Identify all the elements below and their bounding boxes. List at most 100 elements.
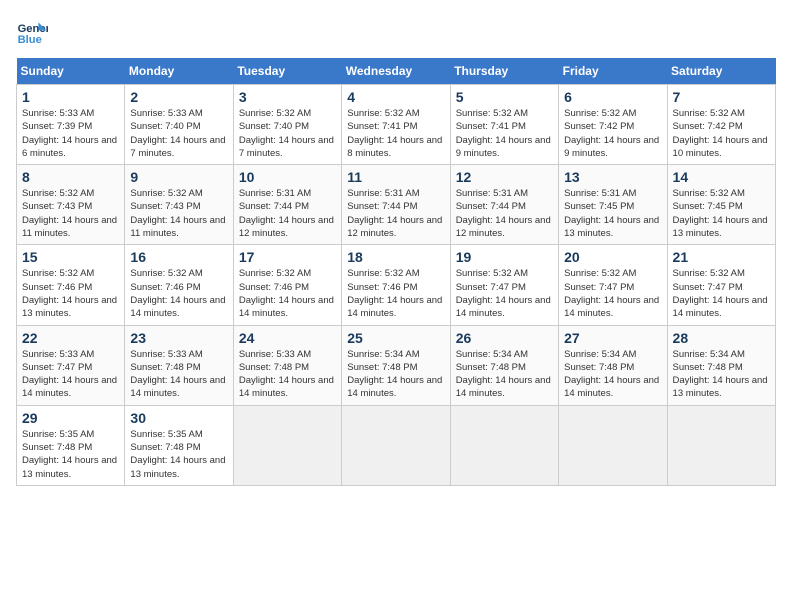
calendar-cell: 17 Sunrise: 5:32 AMSunset: 7:46 PMDaylig… [233, 245, 341, 325]
calendar-cell: 10 Sunrise: 5:31 AMSunset: 7:44 PMDaylig… [233, 165, 341, 245]
day-number: 23 [130, 330, 227, 346]
week-row-2: 8 Sunrise: 5:32 AMSunset: 7:43 PMDayligh… [17, 165, 776, 245]
col-header-saturday: Saturday [667, 58, 775, 85]
col-header-wednesday: Wednesday [342, 58, 450, 85]
cell-info: Sunrise: 5:31 AMSunset: 7:44 PMDaylight:… [456, 187, 553, 240]
logo: General Blue [16, 16, 54, 48]
day-number: 17 [239, 249, 336, 265]
day-number: 27 [564, 330, 661, 346]
cell-info: Sunrise: 5:33 AMSunset: 7:39 PMDaylight:… [22, 107, 119, 160]
calendar-cell [667, 405, 775, 485]
day-number: 14 [673, 169, 770, 185]
week-row-4: 22 Sunrise: 5:33 AMSunset: 7:47 PMDaylig… [17, 325, 776, 405]
week-row-5: 29 Sunrise: 5:35 AMSunset: 7:48 PMDaylig… [17, 405, 776, 485]
day-number: 26 [456, 330, 553, 346]
cell-info: Sunrise: 5:32 AMSunset: 7:42 PMDaylight:… [564, 107, 661, 160]
day-number: 20 [564, 249, 661, 265]
cell-info: Sunrise: 5:34 AMSunset: 7:48 PMDaylight:… [347, 348, 444, 401]
day-number: 9 [130, 169, 227, 185]
header: General Blue [16, 16, 776, 48]
calendar-cell [342, 405, 450, 485]
cell-info: Sunrise: 5:34 AMSunset: 7:48 PMDaylight:… [564, 348, 661, 401]
day-number: 4 [347, 89, 444, 105]
calendar-cell: 22 Sunrise: 5:33 AMSunset: 7:47 PMDaylig… [17, 325, 125, 405]
calendar-table: SundayMondayTuesdayWednesdayThursdayFrid… [16, 58, 776, 486]
calendar-cell: 18 Sunrise: 5:32 AMSunset: 7:46 PMDaylig… [342, 245, 450, 325]
day-number: 19 [456, 249, 553, 265]
cell-info: Sunrise: 5:33 AMSunset: 7:47 PMDaylight:… [22, 348, 119, 401]
day-number: 6 [564, 89, 661, 105]
calendar-cell: 21 Sunrise: 5:32 AMSunset: 7:47 PMDaylig… [667, 245, 775, 325]
calendar-cell: 4 Sunrise: 5:32 AMSunset: 7:41 PMDayligh… [342, 85, 450, 165]
calendar-cell: 26 Sunrise: 5:34 AMSunset: 7:48 PMDaylig… [450, 325, 558, 405]
col-header-monday: Monday [125, 58, 233, 85]
day-number: 30 [130, 410, 227, 426]
calendar-cell: 16 Sunrise: 5:32 AMSunset: 7:46 PMDaylig… [125, 245, 233, 325]
day-number: 7 [673, 89, 770, 105]
day-number: 21 [673, 249, 770, 265]
day-number: 25 [347, 330, 444, 346]
calendar-cell [450, 405, 558, 485]
cell-info: Sunrise: 5:32 AMSunset: 7:42 PMDaylight:… [673, 107, 770, 160]
day-number: 3 [239, 89, 336, 105]
calendar-cell: 6 Sunrise: 5:32 AMSunset: 7:42 PMDayligh… [559, 85, 667, 165]
calendar-cell: 11 Sunrise: 5:31 AMSunset: 7:44 PMDaylig… [342, 165, 450, 245]
cell-info: Sunrise: 5:32 AMSunset: 7:46 PMDaylight:… [22, 267, 119, 320]
day-number: 15 [22, 249, 119, 265]
calendar-cell: 15 Sunrise: 5:32 AMSunset: 7:46 PMDaylig… [17, 245, 125, 325]
cell-info: Sunrise: 5:31 AMSunset: 7:44 PMDaylight:… [239, 187, 336, 240]
calendar-cell [233, 405, 341, 485]
day-number: 24 [239, 330, 336, 346]
calendar-cell: 9 Sunrise: 5:32 AMSunset: 7:43 PMDayligh… [125, 165, 233, 245]
cell-info: Sunrise: 5:31 AMSunset: 7:44 PMDaylight:… [347, 187, 444, 240]
cell-info: Sunrise: 5:32 AMSunset: 7:41 PMDaylight:… [347, 107, 444, 160]
day-number: 1 [22, 89, 119, 105]
calendar-cell: 29 Sunrise: 5:35 AMSunset: 7:48 PMDaylig… [17, 405, 125, 485]
cell-info: Sunrise: 5:32 AMSunset: 7:43 PMDaylight:… [130, 187, 227, 240]
day-number: 22 [22, 330, 119, 346]
col-header-sunday: Sunday [17, 58, 125, 85]
col-header-friday: Friday [559, 58, 667, 85]
cell-info: Sunrise: 5:32 AMSunset: 7:46 PMDaylight:… [239, 267, 336, 320]
calendar-cell: 28 Sunrise: 5:34 AMSunset: 7:48 PMDaylig… [667, 325, 775, 405]
calendar-cell [559, 405, 667, 485]
calendar-cell: 7 Sunrise: 5:32 AMSunset: 7:42 PMDayligh… [667, 85, 775, 165]
cell-info: Sunrise: 5:33 AMSunset: 7:48 PMDaylight:… [130, 348, 227, 401]
day-number: 10 [239, 169, 336, 185]
calendar-cell: 24 Sunrise: 5:33 AMSunset: 7:48 PMDaylig… [233, 325, 341, 405]
week-row-1: 1 Sunrise: 5:33 AMSunset: 7:39 PMDayligh… [17, 85, 776, 165]
day-number: 11 [347, 169, 444, 185]
calendar-cell: 30 Sunrise: 5:35 AMSunset: 7:48 PMDaylig… [125, 405, 233, 485]
cell-info: Sunrise: 5:33 AMSunset: 7:48 PMDaylight:… [239, 348, 336, 401]
calendar-cell: 19 Sunrise: 5:32 AMSunset: 7:47 PMDaylig… [450, 245, 558, 325]
calendar-cell: 13 Sunrise: 5:31 AMSunset: 7:45 PMDaylig… [559, 165, 667, 245]
svg-text:Blue: Blue [18, 34, 42, 46]
cell-info: Sunrise: 5:32 AMSunset: 7:47 PMDaylight:… [564, 267, 661, 320]
cell-info: Sunrise: 5:32 AMSunset: 7:41 PMDaylight:… [456, 107, 553, 160]
cell-info: Sunrise: 5:34 AMSunset: 7:48 PMDaylight:… [673, 348, 770, 401]
logo-icon: General Blue [16, 16, 48, 48]
day-number: 2 [130, 89, 227, 105]
calendar-cell: 3 Sunrise: 5:32 AMSunset: 7:40 PMDayligh… [233, 85, 341, 165]
day-number: 13 [564, 169, 661, 185]
cell-info: Sunrise: 5:32 AMSunset: 7:47 PMDaylight:… [456, 267, 553, 320]
cell-info: Sunrise: 5:31 AMSunset: 7:45 PMDaylight:… [564, 187, 661, 240]
day-number: 5 [456, 89, 553, 105]
calendar-cell: 8 Sunrise: 5:32 AMSunset: 7:43 PMDayligh… [17, 165, 125, 245]
week-row-3: 15 Sunrise: 5:32 AMSunset: 7:46 PMDaylig… [17, 245, 776, 325]
cell-info: Sunrise: 5:32 AMSunset: 7:43 PMDaylight:… [22, 187, 119, 240]
calendar-header-row: SundayMondayTuesdayWednesdayThursdayFrid… [17, 58, 776, 85]
calendar-cell: 20 Sunrise: 5:32 AMSunset: 7:47 PMDaylig… [559, 245, 667, 325]
day-number: 18 [347, 249, 444, 265]
cell-info: Sunrise: 5:33 AMSunset: 7:40 PMDaylight:… [130, 107, 227, 160]
calendar-cell: 12 Sunrise: 5:31 AMSunset: 7:44 PMDaylig… [450, 165, 558, 245]
calendar-cell: 27 Sunrise: 5:34 AMSunset: 7:48 PMDaylig… [559, 325, 667, 405]
day-number: 28 [673, 330, 770, 346]
cell-info: Sunrise: 5:32 AMSunset: 7:45 PMDaylight:… [673, 187, 770, 240]
calendar-cell: 23 Sunrise: 5:33 AMSunset: 7:48 PMDaylig… [125, 325, 233, 405]
cell-info: Sunrise: 5:35 AMSunset: 7:48 PMDaylight:… [22, 428, 119, 481]
cell-info: Sunrise: 5:32 AMSunset: 7:40 PMDaylight:… [239, 107, 336, 160]
col-header-thursday: Thursday [450, 58, 558, 85]
day-number: 8 [22, 169, 119, 185]
day-number: 12 [456, 169, 553, 185]
